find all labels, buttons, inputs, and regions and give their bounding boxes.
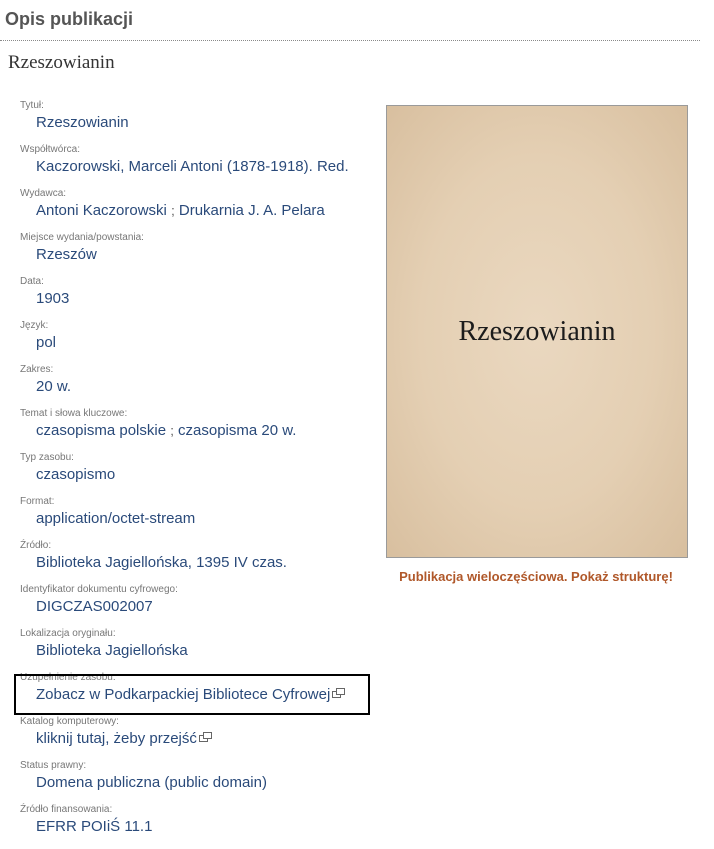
- field-label: Wydawca:: [20, 188, 67, 199]
- value-separator: ;: [171, 203, 175, 218]
- field-label: Zakres:: [20, 364, 54, 375]
- field-label: Identyfikator dokumentu cyfrowego:: [20, 584, 178, 595]
- field-date: Data: 1903: [20, 274, 370, 318]
- field-value: DIGCZAS002007: [36, 598, 153, 615]
- field-label: Język:: [20, 320, 49, 331]
- field-value: Kaczorowski, Marceli Antoni (1878-1918).…: [36, 158, 349, 175]
- field-title: Tytuł: Rzeszowianin: [20, 98, 370, 142]
- field-language: Język: pol: [20, 318, 370, 362]
- field-label: Status prawny:: [20, 760, 87, 771]
- field-label: Data:: [20, 276, 44, 287]
- field-value: Antoni Kaczorowski ; Drukarnia J. A. Pel…: [36, 202, 325, 219]
- publication-description-page: Opis publikacji Rzeszowianin Tytuł: Rzes…: [0, 0, 714, 849]
- field-value: Biblioteka Jagiellońska: [36, 642, 188, 659]
- field-format: Format: application/octet-stream: [20, 494, 370, 538]
- highlight-frame: [14, 674, 370, 715]
- field-label: Format:: [20, 496, 55, 507]
- field-label: Źródło finansowania:: [20, 804, 113, 815]
- field-value: pol: [36, 334, 57, 351]
- field-label: Tytuł:: [20, 100, 44, 111]
- field-value: 1903: [36, 290, 70, 307]
- field-value: Rzeszów: [36, 246, 97, 263]
- field-value: czasopismo: [36, 466, 116, 483]
- field-label: Lokalizacja oryginału:: [20, 628, 116, 639]
- field-source: Źródło: Biblioteka Jagiellońska, 1395 IV…: [20, 538, 370, 582]
- section-title: Opis publikacji: [5, 9, 134, 29]
- field-original-location: Lokalizacja oryginału: Biblioteka Jagiel…: [20, 626, 370, 670]
- field-coverage: Zakres: 20 w.: [20, 362, 370, 406]
- publisher-value: Drukarnia J. A. Pelara: [178, 202, 325, 219]
- field-label: Temat i słowa kluczowe:: [20, 408, 128, 419]
- field-value: czasopisma polskie ; czasopisma 20 w.: [36, 422, 296, 439]
- field-label: Źródło:: [20, 540, 52, 551]
- field-legal-status: Status prawny: Domena publiczna (public …: [20, 758, 370, 802]
- field-value: Biblioteka Jagiellońska, 1395 IV czas.: [36, 554, 287, 571]
- field-label: Katalog komputerowy:: [20, 716, 119, 727]
- field-value: 20 w.: [36, 378, 72, 395]
- field-value: kliknij tutaj, żeby przejść: [36, 730, 212, 747]
- external-link-icon[interactable]: [198, 732, 212, 742]
- field-value: application/octet-stream: [36, 510, 196, 527]
- multipart-structure-link[interactable]: Publikacja wieloczęściowa. Pokaż struktu…: [386, 566, 686, 587]
- section-header: Opis publikacji: [0, 0, 700, 41]
- field-subject: Temat i słowa kluczowe: czasopisma polsk…: [20, 406, 370, 450]
- field-value: Domena publiczna (public domain): [36, 774, 267, 791]
- field-publisher: Wydawca: Antoni Kaczorowski ; Drukarnia …: [20, 186, 370, 230]
- field-resource-type: Typ zasobu: czasopismo: [20, 450, 370, 494]
- field-catalog: Katalog komputerowy: kliknij tutaj, żeby…: [20, 714, 370, 758]
- field-value: Rzeszowianin: [36, 114, 129, 131]
- cover-title: Rzeszowianin: [458, 316, 616, 347]
- publication-title: Rzeszowianin: [8, 52, 115, 73]
- catalog-link[interactable]: kliknij tutaj, żeby przejść: [36, 730, 197, 747]
- field-contributor: Współtwórca: Kaczorowski, Marceli Antoni…: [20, 142, 370, 186]
- field-value: EFRR POIiŚ 11.1: [36, 818, 153, 835]
- field-funding-source: Źródło finansowania: EFRR POIiŚ 11.1: [20, 802, 370, 846]
- field-label: Typ zasobu:: [20, 452, 74, 463]
- field-identifier: Identyfikator dokumentu cyfrowego: DIGCZ…: [20, 582, 370, 626]
- publisher-value: Antoni Kaczorowski: [36, 202, 167, 219]
- publication-cover-thumbnail[interactable]: Rzeszowianin: [386, 105, 688, 558]
- value-separator: ;: [170, 423, 174, 438]
- subject-value: czasopisma polskie: [36, 422, 167, 439]
- field-label: Miejsce wydania/powstania:: [20, 232, 144, 243]
- metadata-list: Tytuł: Rzeszowianin Współtwórca: Kaczoro…: [20, 98, 370, 846]
- field-label: Współtwórca:: [20, 144, 81, 155]
- subject-value: czasopisma 20 w.: [178, 422, 297, 439]
- field-place: Miejsce wydania/powstania: Rzeszów: [20, 230, 370, 274]
